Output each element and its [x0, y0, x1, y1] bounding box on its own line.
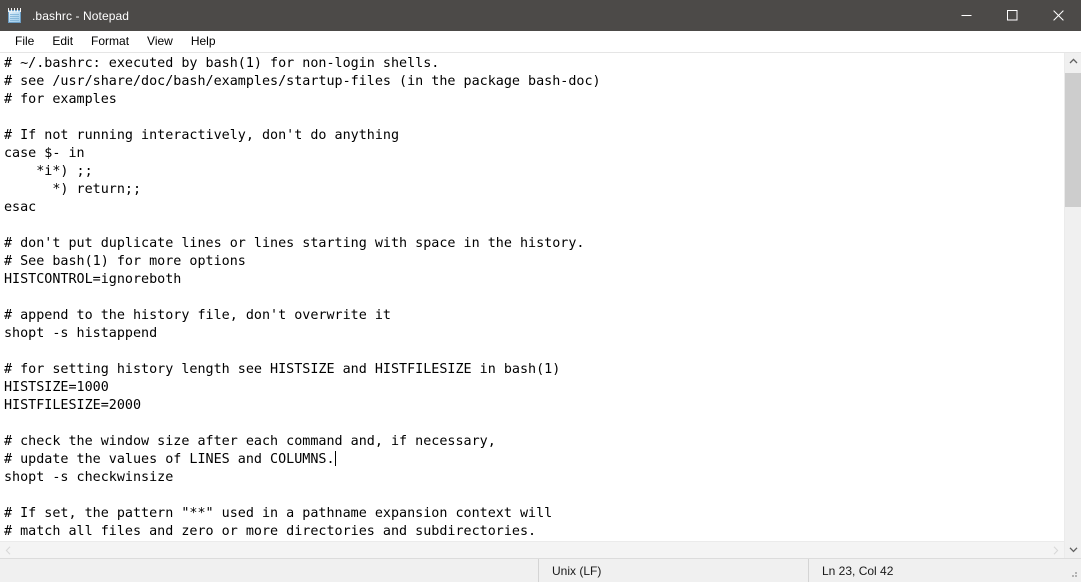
editor-and-hscroll: # ~/.bashrc: executed by bash(1) for non…	[0, 53, 1064, 558]
vertical-scrollbar[interactable]	[1064, 53, 1081, 558]
text-line: HISTSIZE=1000	[4, 380, 109, 395]
text-line: # don't put duplicate lines or lines sta…	[4, 236, 585, 251]
chevron-up-icon	[1069, 58, 1077, 64]
vertical-scroll-track[interactable]	[1065, 70, 1081, 541]
text-area[interactable]: # ~/.bashrc: executed by bash(1) for non…	[0, 53, 1064, 541]
title-bar[interactable]: .bashrc - Notepad	[0, 0, 1081, 31]
status-cursor-position[interactable]: Ln 23, Col 42	[808, 559, 1081, 582]
text-line	[4, 415, 1064, 433]
maximize-icon	[1006, 10, 1017, 21]
text-line: # update the values of LINES and COLUMNS…	[4, 451, 336, 467]
text-line: shopt -s histappend	[4, 326, 158, 341]
scroll-up-button[interactable]	[1065, 53, 1081, 70]
horizontal-scrollbar[interactable]	[0, 541, 1064, 558]
menu-view[interactable]: View	[138, 32, 182, 51]
text-line	[4, 109, 1064, 127]
horizontal-scroll-track[interactable]	[17, 542, 1047, 558]
text-line: # ~/.bashrc: executed by bash(1) for non…	[4, 56, 440, 71]
text-line: # for setting history length see HISTSIZ…	[4, 362, 561, 377]
status-spacer	[0, 559, 538, 582]
text-caret	[334, 451, 336, 466]
text-line	[4, 487, 1064, 505]
vertical-scroll-thumb[interactable]	[1065, 73, 1081, 207]
text-line	[4, 289, 1064, 307]
menu-bar: File Edit Format View Help	[0, 31, 1081, 52]
text-line: # See bash(1) for more options	[4, 254, 246, 269]
text-line: # see /usr/share/doc/bash/examples/start…	[4, 74, 601, 89]
text-line	[4, 217, 1064, 235]
status-bar: Unix (LF) Ln 23, Col 42	[0, 558, 1081, 582]
text-line: esac	[4, 200, 37, 215]
status-line-ending[interactable]: Unix (LF)	[538, 559, 808, 582]
notepad-window: .bashrc - Notepad File Edit Format View …	[0, 0, 1081, 582]
text-line	[4, 343, 1064, 361]
chevron-right-icon	[1053, 545, 1059, 555]
notepad-icon	[7, 7, 23, 24]
maximize-button[interactable]	[989, 0, 1035, 31]
text-line: # for examples	[4, 92, 117, 107]
scroll-left-button[interactable]	[0, 542, 17, 558]
text-line: # append to the history file, don't over…	[4, 308, 391, 323]
text-line: HISTFILESIZE=2000	[4, 398, 142, 413]
menu-edit[interactable]: Edit	[43, 32, 82, 51]
text-line: # check the window size after each comma…	[4, 434, 496, 449]
scroll-down-button[interactable]	[1065, 541, 1081, 558]
minimize-icon	[961, 15, 971, 16]
text-content: # ~/.bashrc: executed by bash(1) for non…	[4, 55, 1064, 541]
text-line: case $- in	[4, 146, 85, 161]
minimize-button[interactable]	[943, 0, 989, 31]
resize-grip-icon[interactable]	[1068, 569, 1078, 579]
window-title: .bashrc - Notepad	[32, 8, 130, 23]
text-line: *) return;;	[4, 182, 142, 197]
window-controls	[943, 0, 1081, 31]
chevron-left-icon	[5, 545, 11, 555]
close-button[interactable]	[1035, 0, 1081, 31]
text-line: # match all files and zero or more direc…	[4, 524, 537, 539]
chevron-down-icon	[1069, 547, 1077, 553]
menu-file[interactable]: File	[6, 32, 43, 51]
menu-format[interactable]: Format	[82, 32, 138, 51]
close-icon	[1052, 10, 1064, 21]
text-line: *i*) ;;	[4, 164, 93, 179]
text-line: shopt -s checkwinsize	[4, 470, 174, 485]
text-line: # If not running interactively, don't do…	[4, 128, 400, 143]
menu-help[interactable]: Help	[182, 32, 225, 51]
editor-region: # ~/.bashrc: executed by bash(1) for non…	[0, 52, 1081, 558]
text-line: HISTCONTROL=ignoreboth	[4, 272, 182, 287]
scroll-right-button[interactable]	[1047, 542, 1064, 558]
text-line: # If set, the pattern "**" used in a pat…	[4, 506, 553, 521]
